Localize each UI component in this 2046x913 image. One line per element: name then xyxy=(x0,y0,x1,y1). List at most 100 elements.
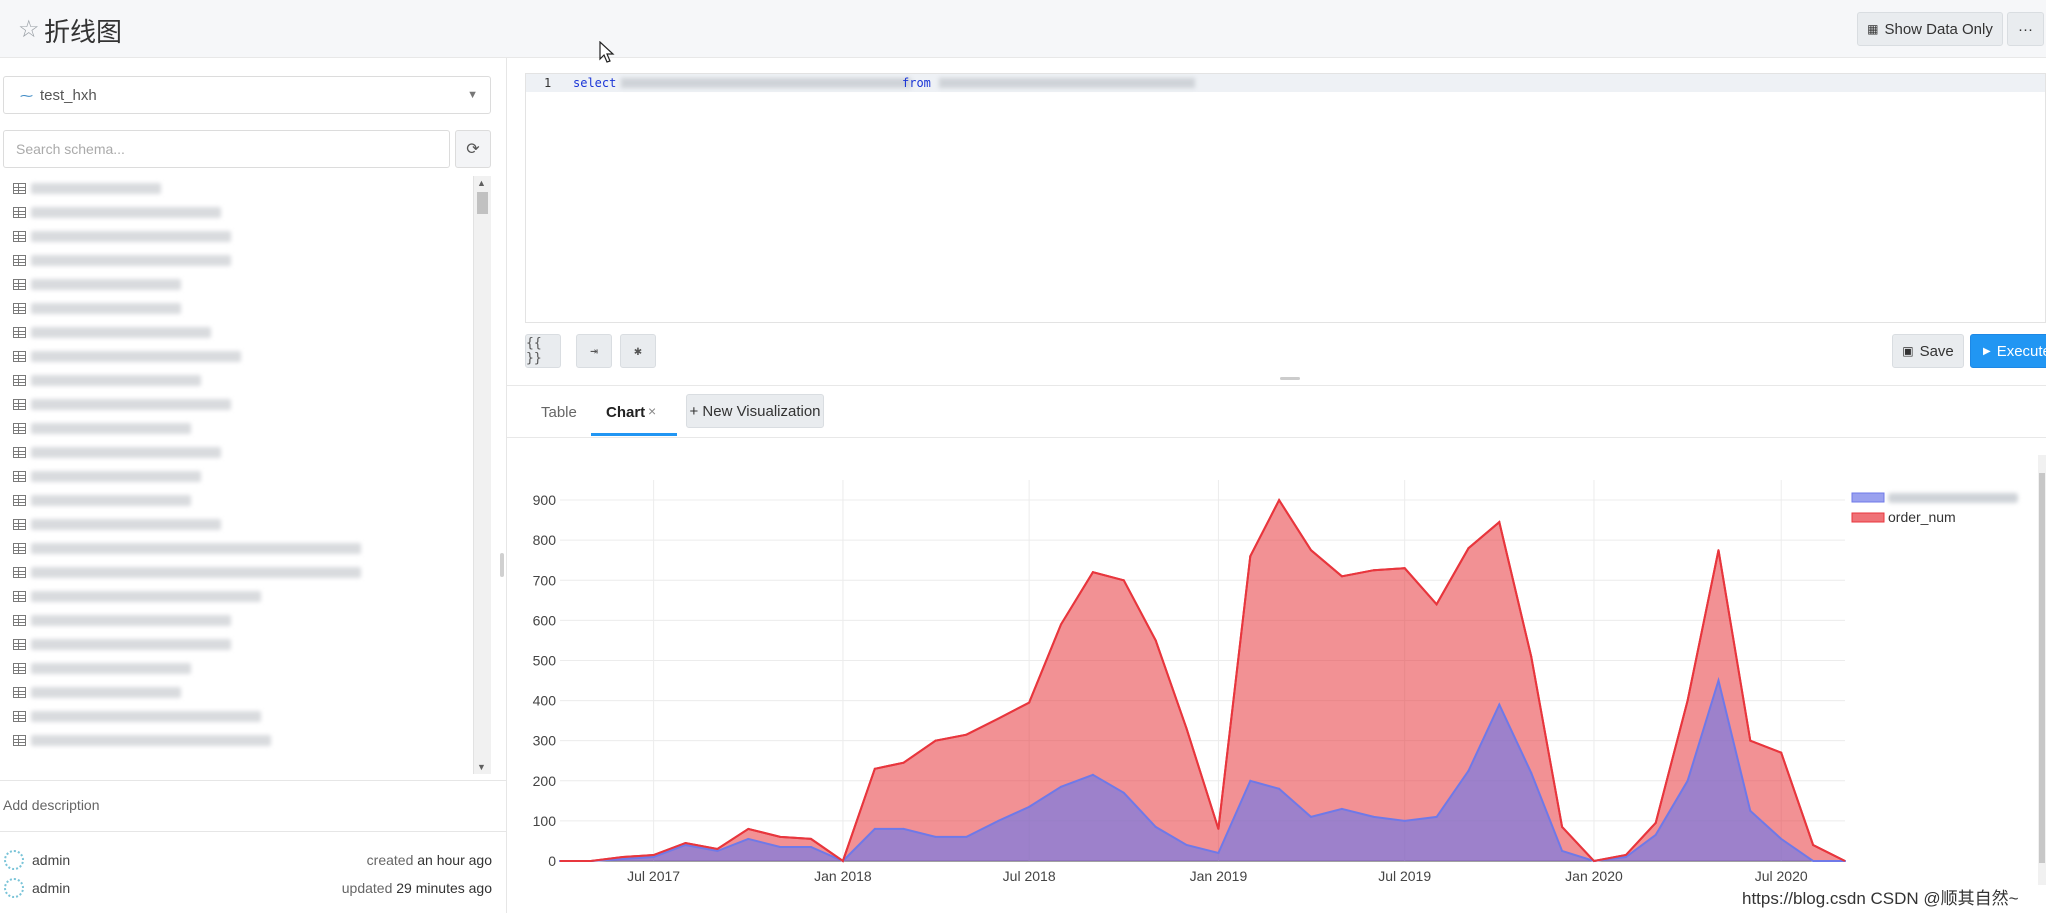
data-point xyxy=(1340,807,1343,810)
braces-icon: {{ }} xyxy=(526,336,542,366)
schema-table-item[interactable] xyxy=(0,176,475,200)
scrollbar-thumb[interactable] xyxy=(2039,473,2045,863)
table-icon xyxy=(13,254,26,266)
data-point xyxy=(1467,769,1470,772)
schema-table-item[interactable] xyxy=(0,704,475,728)
schema-table-item[interactable] xyxy=(0,272,475,296)
schema-table-item[interactable] xyxy=(0,632,475,656)
redacted-table-name xyxy=(31,614,231,626)
data-point xyxy=(810,845,813,848)
save-button[interactable]: ▣ Save xyxy=(1892,334,1964,368)
data-point xyxy=(1185,727,1188,730)
data-point xyxy=(1154,639,1157,642)
redacted-table-name xyxy=(31,206,221,218)
data-point xyxy=(1812,843,1815,846)
schema-table-item[interactable] xyxy=(0,728,475,752)
autocomplete-button[interactable]: ✱ xyxy=(620,334,656,368)
data-point xyxy=(621,857,624,860)
execute-label: Execute xyxy=(1996,342,2046,360)
data-point xyxy=(1278,787,1281,790)
legend-swatch xyxy=(1851,492,1885,503)
table-icon xyxy=(13,206,26,218)
format-query-button[interactable]: ⇥ xyxy=(576,334,612,368)
divider xyxy=(0,780,506,781)
schema-table-item[interactable] xyxy=(0,440,475,464)
parameters-button[interactable]: {{ }} xyxy=(525,334,561,368)
data-point xyxy=(873,827,876,830)
data-point xyxy=(1122,791,1125,794)
schema-table-item[interactable] xyxy=(0,248,475,272)
schema-table-item[interactable] xyxy=(0,680,475,704)
schema-table-item[interactable] xyxy=(0,344,475,368)
redacted-table-name xyxy=(31,542,361,554)
data-point xyxy=(1403,567,1406,570)
active-tab-indicator xyxy=(591,433,677,436)
scrollbar-thumb[interactable] xyxy=(477,192,488,214)
chart-scrollbar[interactable] xyxy=(2038,455,2046,885)
data-point xyxy=(1686,779,1689,782)
schema-table-item[interactable] xyxy=(0,536,475,560)
redacted-table-name xyxy=(31,398,231,410)
close-icon[interactable]: × xyxy=(648,403,656,419)
data-point xyxy=(934,739,937,742)
add-description-link[interactable]: Add description xyxy=(3,797,100,813)
data-point xyxy=(1122,579,1125,582)
datasource-select[interactable]: ⁓ test_hxh ▼ xyxy=(3,76,491,114)
scroll-up-icon[interactable]: ▲ xyxy=(477,178,486,188)
show-data-only-button[interactable]: ▦ Show Data Only xyxy=(1857,12,2003,46)
more-options-button[interactable]: ··· xyxy=(2007,12,2044,46)
editor-resize-handle[interactable] xyxy=(1280,377,1300,380)
data-point xyxy=(1624,855,1627,858)
page-title[interactable]: 折线图 xyxy=(44,12,122,49)
schema-table-item[interactable] xyxy=(0,464,475,488)
scroll-down-icon[interactable]: ▼ xyxy=(477,762,486,772)
tab-table[interactable]: Table xyxy=(541,404,577,421)
redacted-table-name xyxy=(31,710,261,722)
data-point xyxy=(902,827,905,830)
data-point xyxy=(1530,771,1533,774)
schema-table-item[interactable] xyxy=(0,200,475,224)
redacted-table-name xyxy=(31,254,231,266)
tab-chart[interactable]: Chart xyxy=(606,404,645,421)
data-point xyxy=(747,837,750,840)
line-number: 1 xyxy=(544,76,552,90)
schema-table-item[interactable] xyxy=(0,320,475,344)
schema-table-item[interactable] xyxy=(0,584,475,608)
x-tick-label: Jan 2019 xyxy=(1190,868,1248,884)
star-icon[interactable]: ☆ xyxy=(18,15,40,44)
schema-table-item[interactable] xyxy=(0,224,475,248)
schema-search-input[interactable] xyxy=(3,130,450,168)
schema-scrollbar[interactable]: ▲ ▼ xyxy=(473,176,491,774)
data-point xyxy=(652,855,655,858)
data-point xyxy=(1217,851,1220,854)
execute-button[interactable]: ▶ Execute xyxy=(1970,334,2046,368)
schema-table-list[interactable] xyxy=(0,176,475,774)
new-visualization-button[interactable]: + New Visualization xyxy=(686,394,824,428)
schema-table-item[interactable] xyxy=(0,296,475,320)
data-point xyxy=(873,767,876,770)
table-icon xyxy=(13,542,26,554)
y-tick-label: 600 xyxy=(533,612,557,628)
schema-table-item[interactable] xyxy=(0,560,475,584)
redacted-table-name xyxy=(31,470,201,482)
created-when: an hour ago xyxy=(417,852,492,868)
refresh-schema-button[interactable]: ⟳ xyxy=(455,130,491,168)
data-point xyxy=(1185,843,1188,846)
schema-table-item[interactable] xyxy=(0,608,475,632)
data-point xyxy=(559,860,561,862)
sidebar-resize-handle[interactable] xyxy=(500,553,504,577)
schema-table-item[interactable] xyxy=(0,512,475,536)
redacted-table-name xyxy=(31,350,241,362)
schema-table-item[interactable] xyxy=(0,416,475,440)
redacted-table-name xyxy=(31,422,191,434)
query-editor[interactable]: 1 select from xyxy=(525,73,2046,323)
data-point xyxy=(559,860,561,862)
schema-table-item[interactable] xyxy=(0,656,475,680)
data-point xyxy=(1403,819,1406,822)
data-point xyxy=(1717,679,1720,682)
redacted-table xyxy=(939,78,1195,88)
data-point xyxy=(1372,569,1375,572)
schema-table-item[interactable] xyxy=(0,392,475,416)
schema-table-item[interactable] xyxy=(0,368,475,392)
schema-table-item[interactable] xyxy=(0,488,475,512)
